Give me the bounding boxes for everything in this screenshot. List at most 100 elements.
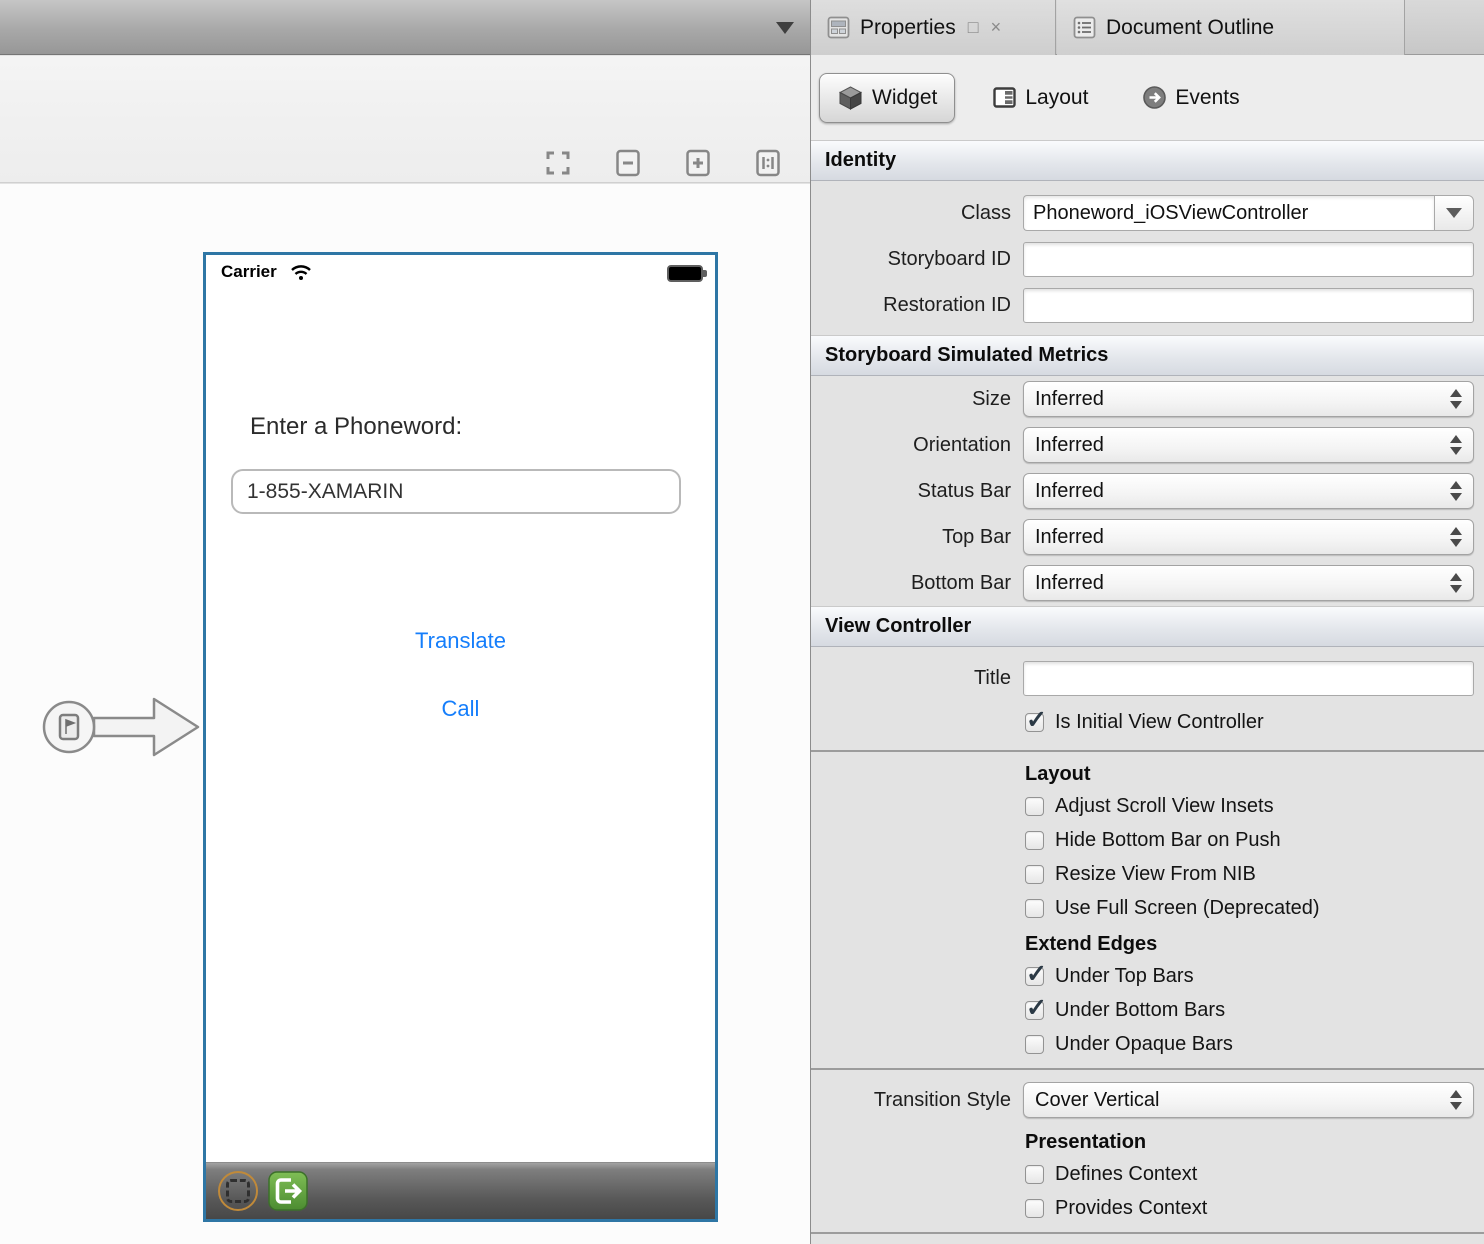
chevron-down-icon[interactable] bbox=[776, 22, 794, 34]
stepper-icon bbox=[1450, 389, 1462, 409]
size-row: Size Inferred bbox=[811, 376, 1484, 422]
size-label: Size bbox=[811, 388, 1011, 411]
status-bar-dropdown[interactable]: Inferred bbox=[1023, 473, 1474, 509]
widget-cube-icon bbox=[837, 84, 864, 111]
zoom-out-icon[interactable] bbox=[613, 148, 643, 178]
zoom-in-icon[interactable] bbox=[683, 148, 713, 178]
storyboard-id-label: Storyboard ID bbox=[811, 248, 1011, 271]
bottom-bar-dropdown[interactable]: Inferred bbox=[1023, 565, 1474, 601]
divider bbox=[811, 1232, 1484, 1234]
orientation-row: Orientation Inferred bbox=[811, 422, 1484, 468]
inspector-mode-toolbar: Widget Layout Events bbox=[811, 55, 1484, 140]
size-dropdown[interactable]: Inferred bbox=[1023, 381, 1474, 417]
transition-style-label: Transition Style bbox=[811, 1089, 1011, 1112]
view-controller-rows: Title Is Initial View Controller bbox=[811, 647, 1484, 743]
orientation-dropdown[interactable]: Inferred bbox=[1023, 427, 1474, 463]
status-bar-row: Status Bar Inferred bbox=[811, 468, 1484, 514]
provides-context-row: Provides Context bbox=[811, 1191, 1484, 1225]
adjust-scroll-view-insets-label: Adjust Scroll View Insets bbox=[1055, 795, 1274, 818]
under-top-bars-checkbox[interactable] bbox=[1025, 967, 1044, 986]
phoneword-text-field[interactable]: 1-855-XAMARIN bbox=[231, 469, 681, 514]
events-icon bbox=[1142, 85, 1167, 110]
dropdown-arrow-icon bbox=[1446, 208, 1462, 218]
class-value[interactable]: Phoneword_iOSViewController bbox=[1023, 195, 1434, 231]
mode-events-button[interactable]: Events bbox=[1125, 73, 1256, 123]
resize-view-from-nib-label: Resize View From NIB bbox=[1055, 863, 1256, 886]
segue-exit-icon[interactable] bbox=[268, 1171, 308, 1211]
transition-style-dropdown[interactable]: Cover Vertical bbox=[1023, 1082, 1474, 1118]
dashed-frame-icon bbox=[226, 1179, 250, 1203]
under-opaque-bars-label: Under Opaque Bars bbox=[1055, 1033, 1233, 1056]
transition-style-value: Cover Vertical bbox=[1035, 1089, 1160, 1112]
designer-window: ZOOM Carrier Enter a bbox=[0, 0, 1484, 1244]
mode-widget-button[interactable]: Widget bbox=[819, 73, 955, 123]
status-bar-value: Inferred bbox=[1035, 480, 1104, 503]
divider bbox=[811, 750, 1484, 752]
storyboard-id-field[interactable] bbox=[1023, 242, 1474, 277]
battery-icon bbox=[667, 265, 703, 282]
under-bottom-bars-row: Under Bottom Bars bbox=[811, 993, 1484, 1027]
bottom-bar-label: Bottom Bar bbox=[811, 572, 1011, 595]
under-top-bars-label: Under Top Bars bbox=[1055, 965, 1194, 988]
translate-button[interactable]: Translate bbox=[206, 628, 715, 654]
float-panel-icon[interactable]: □ bbox=[968, 17, 979, 38]
under-top-bars-row: Under Top Bars bbox=[811, 959, 1484, 993]
carrier-label: Carrier bbox=[221, 262, 277, 282]
surface-header-bar bbox=[0, 0, 810, 55]
adjust-scroll-view-insets-checkbox[interactable] bbox=[1025, 797, 1044, 816]
storyboard-id-row: Storyboard ID bbox=[811, 236, 1484, 282]
adjust-scroll-view-insets-row: Adjust Scroll View Insets bbox=[811, 789, 1484, 823]
class-dropdown-button[interactable] bbox=[1434, 195, 1474, 231]
top-bar-label: Top Bar bbox=[811, 526, 1011, 549]
title-row: Title bbox=[811, 655, 1484, 701]
tab-document-outline[interactable]: Document Outline bbox=[1057, 0, 1405, 55]
under-bottom-bars-checkbox[interactable] bbox=[1025, 1001, 1044, 1020]
constraint-mode-icon[interactable] bbox=[218, 1171, 258, 1211]
restoration-id-field[interactable] bbox=[1023, 288, 1474, 323]
top-bar-row: Top Bar Inferred bbox=[811, 514, 1484, 560]
view-controller-frame[interactable]: Carrier Enter a Phoneword: 1-855-XAMARIN… bbox=[203, 252, 718, 1222]
mode-layout-label: Layout bbox=[1025, 86, 1088, 110]
hide-bottom-bar-on-push-checkbox[interactable] bbox=[1025, 831, 1044, 850]
resize-view-from-nib-checkbox[interactable] bbox=[1025, 865, 1044, 884]
phone-designer-bottom-bar bbox=[206, 1162, 715, 1219]
zoom-actual-size-icon[interactable] bbox=[753, 148, 783, 178]
extend-edges-group-heading: Extend Edges bbox=[811, 929, 1484, 959]
orientation-label: Orientation bbox=[811, 434, 1011, 457]
divider bbox=[811, 1068, 1484, 1070]
is-initial-view-controller-checkbox[interactable] bbox=[1025, 713, 1044, 732]
close-panel-icon[interactable]: × bbox=[991, 17, 1002, 38]
top-bar-dropdown[interactable]: Inferred bbox=[1023, 519, 1474, 555]
provides-context-checkbox[interactable] bbox=[1025, 1199, 1044, 1218]
phone-status-bar: Carrier bbox=[206, 255, 715, 291]
stepper-icon bbox=[1450, 527, 1462, 547]
mode-layout-button[interactable]: Layout bbox=[975, 73, 1105, 123]
use-full-screen-row: Use Full Screen (Deprecated) bbox=[811, 891, 1484, 925]
layout-group-heading: Layout bbox=[811, 759, 1484, 789]
tab-properties[interactable]: Properties □ × bbox=[811, 0, 1056, 55]
design-surface-pane: ZOOM Carrier Enter a bbox=[0, 0, 810, 1244]
mode-events-label: Events bbox=[1175, 86, 1239, 110]
layout-icon bbox=[992, 85, 1017, 110]
class-combobox[interactable]: Phoneword_iOSViewController bbox=[1023, 195, 1474, 231]
under-opaque-bars-checkbox[interactable] bbox=[1025, 1035, 1044, 1054]
section-header-view-controller: View Controller bbox=[811, 606, 1484, 647]
use-full-screen-checkbox[interactable] bbox=[1025, 899, 1044, 918]
phoneword-prompt-label: Enter a Phoneword: bbox=[250, 413, 462, 441]
use-full-screen-label: Use Full Screen (Deprecated) bbox=[1055, 897, 1320, 920]
title-field[interactable] bbox=[1023, 661, 1474, 696]
defines-context-checkbox[interactable] bbox=[1025, 1165, 1044, 1184]
wifi-icon bbox=[290, 264, 312, 281]
storyboard-canvas[interactable]: Carrier Enter a Phoneword: 1-855-XAMARIN… bbox=[0, 184, 810, 1244]
restoration-id-row: Restoration ID bbox=[811, 282, 1484, 328]
zoom-fit-icon[interactable] bbox=[543, 148, 573, 178]
tab-document-outline-label: Document Outline bbox=[1106, 16, 1274, 40]
call-button[interactable]: Call bbox=[206, 696, 715, 722]
phoneword-text-value: 1-855-XAMARIN bbox=[247, 480, 403, 504]
class-row: Class Phoneword_iOSViewController bbox=[811, 190, 1484, 236]
defines-context-row: Defines Context bbox=[811, 1157, 1484, 1191]
zoom-toolbar: ZOOM bbox=[0, 56, 810, 183]
resize-view-from-nib-row: Resize View From NIB bbox=[811, 857, 1484, 891]
initial-view-controller-arrow-icon[interactable] bbox=[40, 689, 202, 765]
metrics-rows: Size Inferred Orientation Inferred Statu… bbox=[811, 376, 1484, 606]
